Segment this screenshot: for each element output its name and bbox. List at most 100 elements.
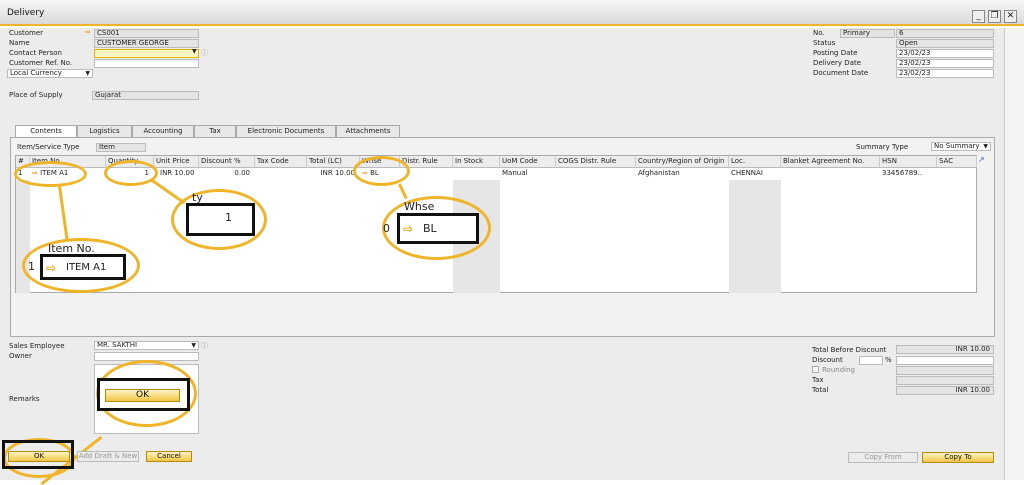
column-header-total-lc[interactable]: Total (LC) — [307, 156, 360, 168]
discount-amount-field[interactable] — [896, 356, 994, 365]
tab-logistics[interactable]: Logistics — [77, 125, 132, 137]
zoom-whse-prefix: 0 — [383, 222, 390, 235]
whse-highlight-ring — [353, 156, 410, 186]
item-type-label: Item/Service Type — [17, 143, 80, 151]
zoom-quantity-value: 1 — [225, 211, 232, 224]
zoom-item-row: 1 — [28, 260, 35, 273]
doc-number-field[interactable]: 6 — [896, 29, 994, 38]
zoom-whse-value: BL — [423, 222, 437, 235]
column-header-loc[interactable]: Loc. — [729, 156, 781, 168]
item-type-select[interactable]: Item — [96, 143, 146, 152]
summary-type-select[interactable]: No Summary ▼ — [931, 142, 991, 151]
discount-label: Discount — [812, 356, 843, 364]
column-header-uom-code[interactable]: UoM Code — [500, 156, 556, 168]
sales-employee-select[interactable]: MR. SAKTHI ▼ — [94, 341, 199, 350]
chevron-down-icon: ▼ — [983, 143, 988, 150]
customer-field[interactable]: CS001 — [94, 29, 199, 38]
status-label: Status — [813, 39, 836, 47]
unit-price-cell[interactable]: INR 10.00 — [158, 168, 203, 180]
percent-sign: % — [885, 356, 892, 364]
chevron-down-icon: ▼ — [85, 70, 90, 77]
place-of-supply-field[interactable]: Gujarat — [92, 91, 199, 100]
column-header-cogs-distr-rule[interactable]: COGS Distr. Rule — [556, 156, 636, 168]
place-of-supply-label: Place of Supply — [9, 91, 63, 99]
remarks-label: Remarks — [9, 395, 40, 403]
customer-ref-label: Customer Ref. No. — [9, 59, 73, 67]
document-date-field[interactable]: 23/02/23 — [896, 69, 994, 78]
name-field[interactable]: CUSTOMER GEORGE — [94, 39, 199, 48]
total-field: INR 10.00 — [896, 386, 994, 395]
minimize-button[interactable]: _ — [972, 10, 985, 23]
total-lc-cell[interactable]: INR 10.00 — [307, 168, 358, 180]
tax-field — [896, 376, 994, 385]
customer-ref-field[interactable] — [94, 59, 199, 68]
tab-tax[interactable]: Tax — [194, 125, 236, 137]
window-title: Delivery — [7, 8, 45, 18]
items-grid: # Item No. Quantity Unit Price Discount … — [15, 155, 977, 293]
tax-label: Tax — [812, 376, 824, 384]
rounding-checkbox[interactable] — [812, 366, 819, 373]
close-button[interactable]: ✕ — [1004, 10, 1017, 23]
tab-attachments[interactable]: Attachments — [336, 125, 400, 137]
copy-from-button[interactable]: Copy From — [848, 452, 918, 463]
cancel-button[interactable]: Cancel — [146, 451, 192, 462]
sales-employee-value: MR. SAKTHI — [97, 341, 138, 349]
currency-select[interactable]: Local Currency ▼ — [7, 69, 93, 78]
doc-number-label: No. — [813, 29, 825, 37]
rounding-field — [896, 366, 994, 375]
column-header-country-origin[interactable]: Country/Region of Origin — [636, 156, 729, 168]
copy-to-button[interactable]: Copy To — [922, 452, 994, 463]
sales-employee-label: Sales Employee — [9, 342, 65, 350]
zoom-link-arrow-icon: ⇨ — [46, 261, 57, 275]
summary-type-value: No Summary — [934, 142, 980, 150]
column-header-in-stock[interactable]: In Stock — [453, 156, 500, 168]
name-label: Name — [9, 39, 30, 47]
loc-cell[interactable]: CHENNAI — [729, 168, 781, 180]
info-icon[interactable]: ⓘ — [201, 48, 208, 58]
add-draft-new-button[interactable]: Add Draft & New — [77, 451, 139, 462]
expand-grid-icon[interactable]: ↗ — [978, 155, 985, 164]
loc-column-fill — [729, 180, 781, 293]
country-origin-cell[interactable]: Afghanistan — [636, 168, 729, 180]
discount-percent-field[interactable] — [859, 356, 883, 365]
zoom-ok-box: OK — [97, 378, 190, 411]
summary-type-label: Summary Type — [856, 143, 909, 151]
zoom-whse-box: ⇨ BL — [397, 213, 479, 244]
tab-accounting[interactable]: Accounting — [132, 125, 194, 137]
restore-button[interactable]: ❐ — [988, 10, 1001, 23]
contact-person-field[interactable] — [94, 49, 199, 58]
owner-label: Owner — [9, 352, 32, 360]
zoom-link-arrow-icon: ⇨ — [403, 222, 414, 236]
delivery-date-field[interactable]: 23/02/23 — [896, 59, 994, 68]
customer-label: Customer — [9, 29, 44, 37]
currency-label: Local Currency — [10, 69, 62, 77]
column-header-sac[interactable]: SAC — [937, 156, 977, 168]
hsn-cell[interactable]: 33456789.. — [880, 168, 937, 180]
column-header-hsn[interactable]: HSN — [880, 156, 937, 168]
column-header-discount[interactable]: Discount % — [199, 156, 255, 168]
discount-cell[interactable]: 0.00 — [199, 168, 253, 180]
chevron-down-icon: ▼ — [191, 342, 196, 349]
ok-button-highlight-box — [2, 440, 74, 469]
posting-date-field[interactable]: 23/02/23 — [896, 49, 994, 58]
status-field: Open — [896, 39, 994, 48]
zoom-ok-button: OK — [105, 389, 180, 402]
uom-code-cell[interactable]: Manual — [500, 168, 556, 180]
contact-person-label: Contact Person — [9, 49, 62, 57]
info-icon[interactable]: ⓘ — [201, 341, 208, 351]
customer-link-arrow-icon[interactable]: ⇨ — [85, 28, 91, 36]
tab-electronic-documents[interactable]: Electronic Documents — [236, 125, 336, 137]
column-header-unit-price[interactable]: Unit Price — [154, 156, 199, 168]
posting-date-label: Posting Date — [813, 49, 858, 57]
zoom-whse-header: Whse — [404, 200, 435, 213]
series-select[interactable]: Primary — [840, 29, 895, 38]
item-no-highlight-ring — [14, 161, 87, 187]
window-title-bar: Delivery _ ❐ ✕ — [0, 0, 1024, 26]
vertical-scrollbar[interactable] — [1004, 28, 1024, 480]
total-label: Total — [812, 386, 829, 394]
column-header-tax-code[interactable]: Tax Code — [255, 156, 307, 168]
zoom-item-box: ⇨ ITEM A1 — [40, 254, 126, 280]
document-date-label: Document Date — [813, 69, 869, 77]
column-header-blanket-agreement[interactable]: Blanket Agreement No. — [781, 156, 880, 168]
chevron-down-icon[interactable]: ▼ — [192, 48, 197, 55]
